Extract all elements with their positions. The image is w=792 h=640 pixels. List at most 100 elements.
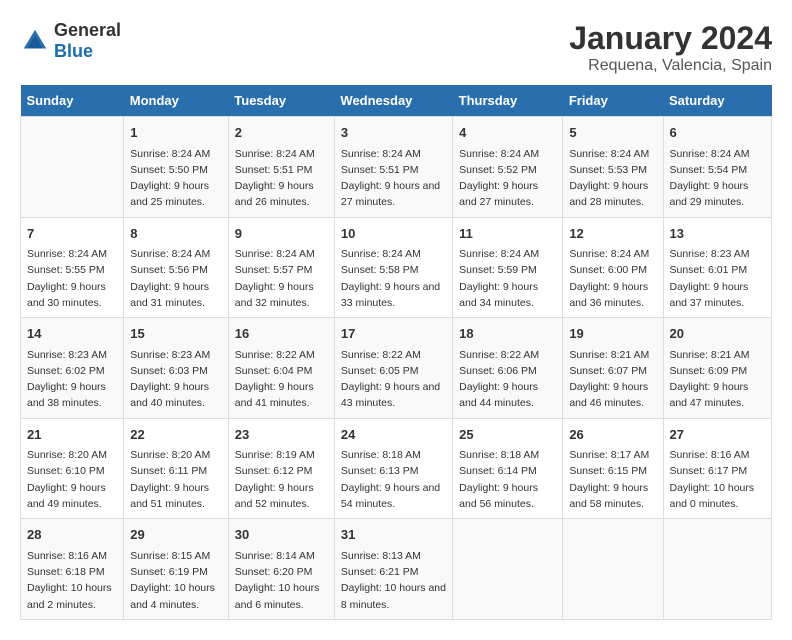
- page-subtitle: Requena, Valencia, Spain: [569, 57, 772, 75]
- cell-content: Sunrise: 8:24 AM Sunset: 5:57 PM Dayligh…: [235, 246, 328, 311]
- cell-content: Sunrise: 8:24 AM Sunset: 5:51 PM Dayligh…: [341, 146, 446, 211]
- calendar-cell: 28 Sunrise: 8:16 AM Sunset: 6:18 PM Dayli…: [21, 519, 124, 620]
- logo-general: General: [54, 20, 121, 40]
- day-number: 17: [341, 324, 446, 344]
- calendar-cell: 25Sunrise: 8:18 AM Sunset: 6:14 PM Dayli…: [453, 418, 563, 519]
- cell-content: Sunrise: 8:22 AM Sunset: 6:04 PM Dayligh…: [235, 347, 328, 412]
- calendar-cell: 1 Sunrise: 8:24 AM Sunset: 5:50 PM Daylig…: [124, 117, 229, 218]
- day-number: 30: [235, 525, 328, 545]
- cell-content: Sunrise: 8:24 AM Sunset: 5:56 PM Dayligh…: [130, 246, 222, 311]
- calendar-cell: 29Sunrise: 8:15 AM Sunset: 6:19 PM Dayli…: [124, 519, 229, 620]
- cell-content: Sunrise: 8:24 AM Sunset: 5:58 PM Dayligh…: [341, 246, 446, 311]
- weekday-header: Monday: [124, 85, 229, 117]
- cell-content: Sunrise: 8:16 AM Sunset: 6:18 PM Dayligh…: [27, 548, 117, 613]
- day-number: 13: [670, 224, 766, 244]
- weekday-header: Thursday: [453, 85, 563, 117]
- page-title: January 2024: [569, 20, 772, 57]
- calendar-cell: 4 Sunrise: 8:24 AM Sunset: 5:52 PM Daylig…: [453, 117, 563, 218]
- cell-content: Sunrise: 8:21 AM Sunset: 6:09 PM Dayligh…: [670, 347, 766, 412]
- calendar-cell: [563, 519, 663, 620]
- day-number: 8: [130, 224, 222, 244]
- calendar-cell: 20 Sunrise: 8:21 AM Sunset: 6:09 PM Dayli…: [663, 318, 772, 419]
- cell-content: Sunrise: 8:24 AM Sunset: 5:54 PM Dayligh…: [670, 146, 766, 211]
- cell-content: Sunrise: 8:19 AM Sunset: 6:12 PM Dayligh…: [235, 447, 328, 512]
- calendar-cell: 24Sunrise: 8:18 AM Sunset: 6:13 PM Dayli…: [334, 418, 452, 519]
- cell-content: Sunrise: 8:24 AM Sunset: 5:51 PM Dayligh…: [235, 146, 328, 211]
- calendar-cell: [453, 519, 563, 620]
- calendar-cell: 7Sunrise: 8:24 AM Sunset: 5:55 PM Daylig…: [21, 217, 124, 318]
- logo: General Blue: [20, 20, 121, 62]
- day-number: 25: [459, 425, 556, 445]
- day-number: 16: [235, 324, 328, 344]
- day-number: 1: [130, 123, 222, 143]
- calendar-cell: 17 Sunrise: 8:22 AM Sunset: 6:05 PM Dayli…: [334, 318, 452, 419]
- calendar-cell: 2 Sunrise: 8:24 AM Sunset: 5:51 PM Daylig…: [228, 117, 334, 218]
- calendar-cell: [663, 519, 772, 620]
- weekday-header-row: SundayMondayTuesdayWednesdayThursdayFrid…: [21, 85, 772, 117]
- calendar-cell: 22Sunrise: 8:20 AM Sunset: 6:11 PM Dayli…: [124, 418, 229, 519]
- day-number: 26: [569, 425, 656, 445]
- cell-content: Sunrise: 8:18 AM Sunset: 6:14 PM Dayligh…: [459, 447, 556, 512]
- day-number: 31: [341, 525, 446, 545]
- day-number: 7: [27, 224, 117, 244]
- day-number: 27: [670, 425, 766, 445]
- calendar-week-row: 7Sunrise: 8:24 AM Sunset: 5:55 PM Daylig…: [21, 217, 772, 318]
- cell-content: Sunrise: 8:24 AM Sunset: 6:00 PM Dayligh…: [569, 246, 656, 311]
- weekday-header: Wednesday: [334, 85, 452, 117]
- page-header: General Blue January 2024 Requena, Valen…: [20, 20, 772, 75]
- day-number: 2: [235, 123, 328, 143]
- calendar-week-row: 14 Sunrise: 8:23 AM Sunset: 6:02 PM Dayli…: [21, 318, 772, 419]
- calendar-week-row: 28 Sunrise: 8:16 AM Sunset: 6:18 PM Dayli…: [21, 519, 772, 620]
- calendar-cell: 23Sunrise: 8:19 AM Sunset: 6:12 PM Dayli…: [228, 418, 334, 519]
- day-number: 20: [670, 324, 766, 344]
- cell-content: Sunrise: 8:24 AM Sunset: 5:50 PM Dayligh…: [130, 146, 222, 211]
- calendar-cell: 12Sunrise: 8:24 AM Sunset: 6:00 PM Dayli…: [563, 217, 663, 318]
- cell-content: Sunrise: 8:23 AM Sunset: 6:01 PM Dayligh…: [670, 246, 766, 311]
- day-number: 19: [569, 324, 656, 344]
- cell-content: Sunrise: 8:18 AM Sunset: 6:13 PM Dayligh…: [341, 447, 446, 512]
- calendar-cell: 8Sunrise: 8:24 AM Sunset: 5:56 PM Daylig…: [124, 217, 229, 318]
- cell-content: Sunrise: 8:17 AM Sunset: 6:15 PM Dayligh…: [569, 447, 656, 512]
- cell-content: Sunrise: 8:16 AM Sunset: 6:17 PM Dayligh…: [670, 447, 766, 512]
- weekday-header: Sunday: [21, 85, 124, 117]
- calendar-cell: 11Sunrise: 8:24 AM Sunset: 5:59 PM Dayli…: [453, 217, 563, 318]
- weekday-header: Tuesday: [228, 85, 334, 117]
- day-number: 6: [670, 123, 766, 143]
- day-number: 9: [235, 224, 328, 244]
- calendar-cell: 30 Sunrise: 8:14 AM Sunset: 6:20 PM Dayli…: [228, 519, 334, 620]
- calendar-cell: 21Sunrise: 8:20 AM Sunset: 6:10 PM Dayli…: [21, 418, 124, 519]
- weekday-header: Saturday: [663, 85, 772, 117]
- day-number: 11: [459, 224, 556, 244]
- cell-content: Sunrise: 8:22 AM Sunset: 6:06 PM Dayligh…: [459, 347, 556, 412]
- day-number: 21: [27, 425, 117, 445]
- day-number: 24: [341, 425, 446, 445]
- calendar-table: SundayMondayTuesdayWednesdayThursdayFrid…: [20, 85, 772, 620]
- calendar-cell: 31Sunrise: 8:13 AM Sunset: 6:21 PM Dayli…: [334, 519, 452, 620]
- calendar-cell: [21, 117, 124, 218]
- logo-blue: Blue: [54, 41, 93, 61]
- day-number: 10: [341, 224, 446, 244]
- day-number: 22: [130, 425, 222, 445]
- day-number: 4: [459, 123, 556, 143]
- calendar-cell: 9Sunrise: 8:24 AM Sunset: 5:57 PM Daylig…: [228, 217, 334, 318]
- calendar-cell: 27Sunrise: 8:16 AM Sunset: 6:17 PM Dayli…: [663, 418, 772, 519]
- day-number: 28: [27, 525, 117, 545]
- title-area: January 2024 Requena, Valencia, Spain: [569, 20, 772, 75]
- day-number: 14: [27, 324, 117, 344]
- day-number: 18: [459, 324, 556, 344]
- cell-content: Sunrise: 8:14 AM Sunset: 6:20 PM Dayligh…: [235, 548, 328, 613]
- calendar-cell: 3 Sunrise: 8:24 AM Sunset: 5:51 PM Daylig…: [334, 117, 452, 218]
- cell-content: Sunrise: 8:24 AM Sunset: 5:52 PM Dayligh…: [459, 146, 556, 211]
- calendar-week-row: 1 Sunrise: 8:24 AM Sunset: 5:50 PM Daylig…: [21, 117, 772, 218]
- weekday-header: Friday: [563, 85, 663, 117]
- cell-content: Sunrise: 8:22 AM Sunset: 6:05 PM Dayligh…: [341, 347, 446, 412]
- cell-content: Sunrise: 8:24 AM Sunset: 5:55 PM Dayligh…: [27, 246, 117, 311]
- cell-content: Sunrise: 8:23 AM Sunset: 6:02 PM Dayligh…: [27, 347, 117, 412]
- calendar-cell: 6 Sunrise: 8:24 AM Sunset: 5:54 PM Daylig…: [663, 117, 772, 218]
- calendar-cell: 16 Sunrise: 8:22 AM Sunset: 6:04 PM Dayli…: [228, 318, 334, 419]
- calendar-cell: 13Sunrise: 8:23 AM Sunset: 6:01 PM Dayli…: [663, 217, 772, 318]
- day-number: 5: [569, 123, 656, 143]
- cell-content: Sunrise: 8:24 AM Sunset: 5:53 PM Dayligh…: [569, 146, 656, 211]
- day-number: 23: [235, 425, 328, 445]
- day-number: 3: [341, 123, 446, 143]
